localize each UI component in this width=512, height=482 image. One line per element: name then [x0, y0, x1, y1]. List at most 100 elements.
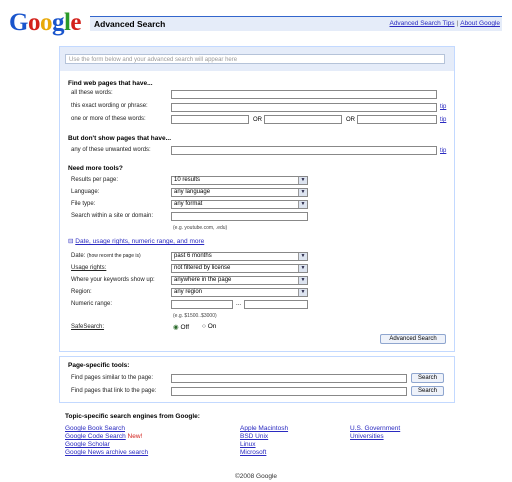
topic-column-2: Apple Macintosh BSD Unix Linux Microsoft: [240, 425, 288, 457]
chevron-down-icon: ▼: [298, 265, 307, 272]
logo-letter: G: [9, 9, 28, 36]
region-label: Region:: [71, 289, 92, 295]
topic-link-linux[interactable]: Linux: [240, 441, 288, 449]
file-type-select[interactable]: any format ▼: [171, 200, 308, 209]
date-sublabel: (how recent the page is): [87, 253, 141, 259]
numeric-range-from-input[interactable]: [171, 300, 233, 309]
topic-link-book-search[interactable]: Google Book Search: [65, 425, 148, 433]
radio-selected-icon: ◉: [173, 324, 179, 331]
similar-pages-label: Find pages similar to the page:: [71, 375, 154, 381]
numeric-range-label: Numeric range:: [71, 301, 113, 307]
more-options-toggle[interactable]: ⊟ Date, usage rights, numeric range, and…: [68, 237, 204, 245]
radio-unselected-icon: ○: [202, 323, 206, 330]
numeric-range-to-input[interactable]: [244, 300, 308, 309]
or-label-1: OR: [253, 117, 262, 123]
header-separator: |: [456, 20, 459, 27]
header-bar: Advanced Search Advanced Search Tips | Abo…: [90, 16, 502, 31]
collapse-icon: ⊟: [68, 238, 74, 245]
usage-rights-value: not filtered by license: [174, 265, 231, 271]
numeric-range-hint: (e.g. $1500..$3000): [173, 313, 217, 319]
file-type-value: any format: [174, 201, 203, 207]
logo-letter: g: [51, 9, 65, 36]
chevron-down-icon: ▼: [298, 289, 307, 296]
topic-link-apple[interactable]: Apple Macintosh: [240, 425, 288, 433]
page-tools-heading: Page-specific tools:: [68, 362, 130, 369]
topic-link-bsd[interactable]: BSD Unix: [240, 433, 288, 441]
advanced-search-tips-link[interactable]: Advanced Search Tips: [389, 20, 454, 27]
or-word-input-2[interactable]: [264, 115, 342, 124]
unwanted-words-label: any of these unwanted words:: [71, 147, 151, 153]
file-type-label: File type:: [71, 201, 96, 207]
tools-section-heading: Need more tools?: [68, 165, 123, 172]
safesearch-off-label: Off: [180, 324, 190, 331]
topic-link-scholar[interactable]: Google Scholar: [65, 441, 148, 449]
logo-text: Google: [9, 9, 81, 36]
advanced-search-button[interactable]: Advanced Search: [380, 334, 446, 344]
query-preview-bar: Use the form below and your advanced sea…: [60, 47, 454, 71]
chevron-down-icon: ▼: [298, 201, 307, 208]
topic-link-code-search-row: Google Code Search New!: [65, 433, 148, 441]
usage-rights-link[interactable]: Usage rights:: [71, 265, 106, 271]
language-select[interactable]: any language ▼: [171, 188, 308, 197]
topic-link-us-government[interactable]: U.S. Government: [350, 425, 400, 433]
exact-phrase-input[interactable]: [171, 103, 437, 112]
date-select[interactable]: past 6 months ▼: [171, 252, 308, 261]
one-or-more-label: one or more of these words:: [71, 116, 146, 122]
linking-pages-label: Find pages that link to the page:: [71, 388, 157, 394]
range-separator: ...: [236, 301, 242, 307]
chevron-down-icon: ▼: [298, 189, 307, 196]
safesearch-on-label: On: [207, 323, 217, 330]
or-words-tip-link[interactable]: tip: [440, 117, 446, 123]
keywords-location-value: anywhere in the page: [174, 277, 232, 283]
linking-search-button[interactable]: Search: [411, 386, 444, 396]
find-section-heading: Find web pages that have...: [68, 80, 153, 87]
results-per-page-value: 10 results: [174, 177, 201, 183]
all-words-input[interactable]: [171, 90, 437, 99]
advanced-search-form: Use the form below and your advanced sea…: [59, 46, 455, 352]
keywords-location-label: Where your keywords show up:: [71, 277, 155, 283]
results-per-page-select[interactable]: 10 results ▼: [171, 176, 308, 185]
date-label-text: Date:: [71, 253, 86, 259]
similar-search-button[interactable]: Search: [411, 373, 444, 383]
or-label-2: OR: [346, 117, 355, 123]
similar-pages-input[interactable]: [171, 374, 407, 383]
site-domain-input[interactable]: [171, 212, 308, 221]
all-words-label: all these words:: [71, 90, 113, 96]
or-word-input-3[interactable]: [357, 115, 437, 124]
site-domain-hint: (e.g. youtube.com, .edu): [173, 225, 228, 231]
or-word-input-1[interactable]: [171, 115, 249, 124]
unwanted-words-tip-link[interactable]: tip: [440, 148, 446, 154]
topic-column-3: U.S. Government Universities: [350, 425, 400, 441]
safesearch-on-option[interactable]: ○ On: [202, 323, 216, 330]
google-logo[interactable]: Google: [9, 9, 81, 37]
topic-link-universities[interactable]: Universities: [350, 433, 400, 441]
logo-letter: o: [39, 9, 53, 36]
logo-letter: e: [70, 9, 82, 36]
logo-letter: o: [27, 9, 41, 36]
usage-rights-select[interactable]: not filtered by license ▼: [171, 264, 308, 273]
about-google-link[interactable]: About Google: [460, 20, 500, 27]
date-label: Date: (how recent the page is): [71, 253, 141, 259]
unwanted-words-input[interactable]: [171, 146, 437, 155]
keywords-location-select[interactable]: anywhere in the page ▼: [171, 276, 308, 285]
topic-link-news-archive[interactable]: Google News archive search: [65, 449, 148, 457]
exclude-section-heading: But don't show pages that have...: [68, 135, 172, 142]
copyright-footer: ©2008 Google: [234, 473, 277, 480]
exact-phrase-tip-link[interactable]: tip: [440, 104, 446, 110]
region-value: any region: [174, 289, 203, 295]
query-preview-input[interactable]: Use the form below and your advanced sea…: [65, 54, 445, 64]
exact-phrase-label: this exact wording or phrase:: [71, 103, 148, 109]
new-badge: New!: [127, 433, 143, 440]
more-options-link[interactable]: Date, usage rights, numeric range, and m…: [75, 238, 204, 245]
language-value: any language: [174, 189, 211, 195]
topic-column-1: Google Book Search Google Code Search Ne…: [65, 425, 148, 457]
safesearch-link[interactable]: SafeSearch:: [71, 324, 104, 330]
language-label: Language:: [71, 189, 100, 195]
linking-pages-input[interactable]: [171, 387, 407, 396]
region-select[interactable]: any region ▼: [171, 288, 308, 297]
topic-link-code-search[interactable]: Google Code Search: [65, 433, 126, 440]
topic-link-microsoft[interactable]: Microsoft: [240, 449, 288, 457]
date-value: past 6 months: [174, 253, 212, 259]
chevron-down-icon: ▼: [298, 253, 307, 260]
safesearch-off-option[interactable]: ◉ Off: [173, 323, 189, 331]
